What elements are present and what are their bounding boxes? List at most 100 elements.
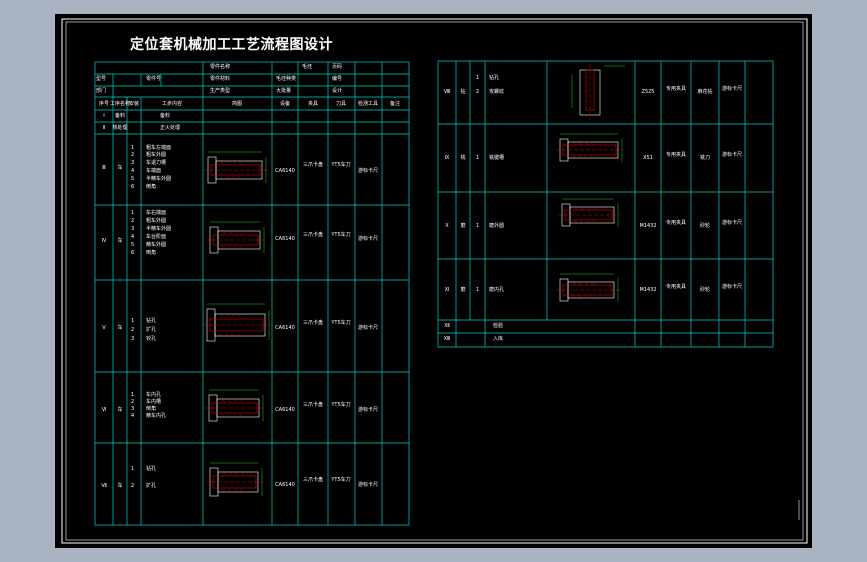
row-name: 车 — [117, 325, 123, 331]
step-text: 扩孔 — [146, 327, 157, 333]
step-text: 倒角 — [146, 250, 157, 256]
column-header: 检测工具 — [357, 101, 379, 107]
tool: YT5车刀 — [331, 402, 351, 408]
row-content: 入库 — [493, 336, 504, 342]
step-text: 磨内孔 — [489, 287, 505, 293]
row-name: 车 — [117, 165, 123, 171]
step-text: 扩孔 — [146, 483, 157, 489]
tool: YT5车刀 — [331, 477, 351, 483]
drawing-title: 定位套机械加工工艺流程图设计 — [130, 37, 333, 53]
gauge: 游标卡尺 — [357, 236, 379, 242]
row-name: 钻 — [460, 89, 466, 95]
step-no: 3 — [131, 226, 135, 232]
machine: CA6140 — [275, 168, 295, 174]
column-header: 安装 — [128, 101, 140, 107]
fixture: 专用夹具 — [665, 86, 687, 92]
fixture: 三爪卡盘 — [302, 162, 324, 168]
column-header: 设备 — [279, 101, 291, 107]
step-no: 3 — [131, 336, 135, 342]
row-name: 车 — [117, 238, 123, 244]
tool: YT5车刀 — [331, 232, 351, 238]
header-label: 零件名称 — [210, 64, 231, 70]
gauge: 游标卡尺 — [721, 220, 743, 226]
step-no: 1 — [131, 318, 135, 324]
step-text: 车右端面 — [146, 210, 167, 216]
fixture: 专用夹具 — [665, 284, 687, 290]
step-text: 精车外圆 — [146, 242, 167, 248]
row-name: 车 — [117, 483, 123, 489]
cad-viewport: 定位套机械加工工艺流程图设计 型号 部门 零件号 零件名称 零件材料 生产类型 … — [0, 0, 867, 562]
header-label: 型号 — [96, 76, 107, 82]
step-text: 倒角 — [146, 406, 157, 412]
fixture: 三爪卡盘 — [302, 402, 324, 408]
machine: CA6140 — [275, 482, 295, 488]
step-no: 4 — [131, 234, 135, 240]
machine: M1432 — [639, 287, 657, 293]
row-seq: Ⅵ — [101, 407, 107, 413]
step-no: 3 — [131, 160, 135, 166]
step-no: 2 — [131, 483, 135, 489]
tool: YT5车刀 — [331, 162, 351, 168]
column-header: 序号 — [98, 101, 110, 107]
row-seq: ⅩⅢ — [443, 336, 451, 342]
step-text: 磨外圆 — [489, 223, 505, 229]
row-seq: Ⅶ — [101, 483, 107, 489]
gauge: 游标卡尺 — [721, 284, 743, 290]
header-label: 毛坯种类 — [276, 76, 297, 82]
column-header: 简图 — [231, 101, 243, 107]
step-text: 钻孔 — [146, 318, 157, 324]
header-label: 大批量 — [276, 88, 292, 94]
step-no: 1 — [131, 145, 135, 151]
gauge: 游标卡尺 — [357, 168, 379, 174]
step-text: 铰孔 — [146, 336, 157, 342]
row-seq: Ⅺ — [444, 287, 450, 293]
header-label: 毛坯 — [302, 64, 313, 70]
gauge: 游标卡尺 — [721, 152, 743, 158]
row-seq: Ⅸ — [444, 155, 450, 161]
fixture: 三爪卡盘 — [302, 320, 324, 326]
row-content: 正火处理 — [160, 125, 181, 131]
column-header: 夹具 — [307, 101, 319, 107]
gauge: 游标卡尺 — [357, 325, 379, 331]
step-no: 6 — [131, 184, 135, 190]
step-no: 1 — [131, 210, 135, 216]
machine: CA6140 — [275, 325, 295, 331]
row-name: 磨 — [460, 223, 466, 229]
row-seq: Ⅴ — [102, 325, 106, 331]
machine: CA6140 — [275, 407, 295, 413]
row-seq: Ⅹ — [445, 223, 449, 229]
row-name: 备料 — [114, 113, 126, 119]
step-text: 车内槽 — [146, 399, 162, 405]
tool: 麻花钻 — [697, 89, 713, 95]
row-seq: Ⅱ — [102, 125, 106, 131]
column-header: 工序名称 — [109, 101, 131, 107]
header-label: 零件号 — [146, 76, 162, 82]
step-text: 车退刀槽 — [146, 160, 167, 166]
column-header: 刀具 — [335, 101, 347, 107]
step-text: 粗车左端面 — [146, 145, 172, 151]
header-label: 编号 — [332, 76, 343, 82]
row-name: 车 — [117, 407, 123, 413]
tool: 铣刀 — [699, 155, 711, 161]
step-text: 倒角 — [146, 184, 157, 190]
step-no: 4 — [131, 168, 135, 174]
step-text: 铣键槽 — [489, 155, 505, 161]
fixture: 三爪卡盘 — [302, 477, 324, 483]
step-text: 半精车外圆 — [146, 226, 172, 232]
step-text: 粗车外圆 — [146, 218, 167, 224]
row-name: 热处理 — [112, 125, 128, 131]
step-no: 6 — [131, 250, 135, 256]
gauge: 游标卡尺 — [357, 407, 379, 413]
step-no: 2 — [131, 218, 135, 224]
step-no: 1 — [476, 75, 480, 81]
step-text: 车内孔 — [146, 392, 162, 398]
step-no: 2 — [131, 327, 135, 333]
step-no: 1 — [476, 155, 480, 161]
gauge: 游标卡尺 — [357, 482, 379, 488]
tool: YT5车刀 — [331, 320, 351, 326]
drawing-sheet — [55, 14, 812, 548]
row-seq: Ⅲ — [102, 165, 106, 171]
row-seq: Ⅻ — [444, 323, 450, 329]
row-seq: Ⅳ — [101, 238, 107, 244]
step-no: 1 — [476, 287, 480, 293]
